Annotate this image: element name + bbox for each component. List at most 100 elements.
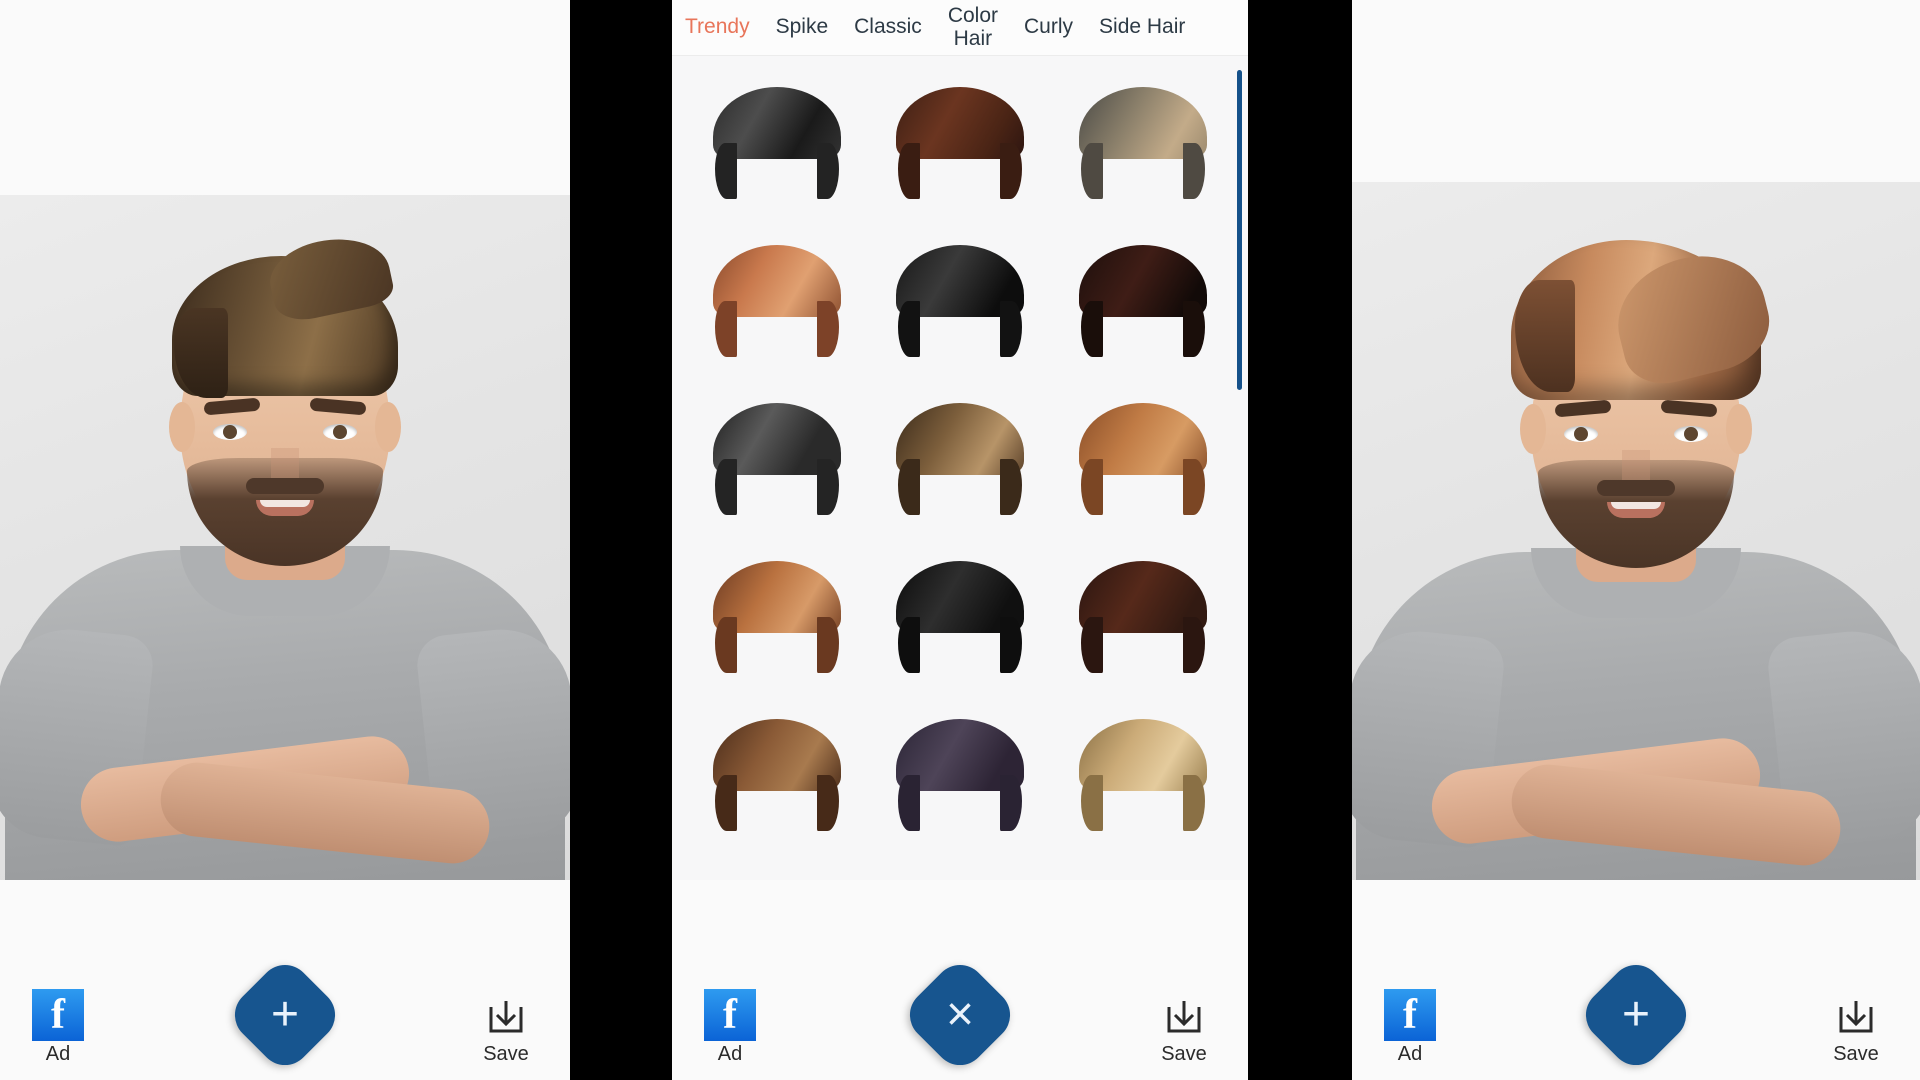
save-button[interactable]: Save (1810, 993, 1902, 1066)
hairstyle-cell[interactable] (686, 696, 869, 854)
mouth-smile (1607, 502, 1665, 518)
hairstyle-cell[interactable] (686, 222, 869, 380)
hair-sideburn-left (1080, 617, 1103, 673)
hairstyle-thumb-black-textured-crop[interactable] (713, 87, 842, 199)
hairstyle-thumb-auburn-layered-quiff[interactable] (713, 561, 842, 673)
save-button[interactable]: Save (460, 993, 552, 1066)
hair-sideburn-left (897, 301, 920, 357)
tab-spike[interactable]: Spike (763, 16, 842, 38)
facebook-ad-button[interactable]: f Ad (20, 989, 96, 1066)
hair-sideburn-right (817, 459, 840, 515)
add-hairstyle-button[interactable]: + (224, 954, 346, 1076)
portrait-subject (0, 195, 570, 880)
hair-sideburn-right (817, 617, 840, 673)
ear-left (169, 402, 195, 452)
hairstyle-thumb-dark-brown-swept[interactable] (895, 87, 1024, 199)
eye-left (213, 424, 247, 440)
tab-color-hair[interactable]: Color Hair (935, 5, 1011, 49)
hairstyle-cell[interactable] (869, 696, 1052, 854)
download-icon (1833, 993, 1879, 1039)
hairstyle-thumb-grey-blonde-fade[interactable] (1078, 87, 1207, 199)
hairstyle-thumb-charcoal-side-part[interactable] (713, 403, 842, 515)
hair-sideburn-left (715, 617, 738, 673)
hairstyle-thumb-ash-brown-messy[interactable] (895, 403, 1024, 515)
hairstyle-cell[interactable] (869, 538, 1052, 696)
panel-result-photo: f Ad + Save (1352, 0, 1920, 1080)
hairstyle-thumb-dark-brown-curly-top[interactable] (1078, 561, 1207, 673)
eyebrow-left (1554, 399, 1612, 418)
hairstyle-grid[interactable] (672, 56, 1248, 854)
hairstyle-thumb-black-glossy-slick[interactable] (895, 245, 1024, 357)
hairstyle-cell[interactable] (686, 380, 869, 538)
crossed-arms (70, 730, 500, 868)
ear-right (375, 402, 401, 452)
hairstyle-cell[interactable] (686, 538, 869, 696)
hairstyle-grid-scrollarea[interactable] (672, 56, 1248, 880)
hairstyle-thumb-jet-black-spiky[interactable] (895, 561, 1024, 673)
original-photo-canvas[interactable] (0, 195, 570, 880)
hairstyle-cell[interactable] (1051, 538, 1234, 696)
hair-sideburn-left (1080, 301, 1103, 357)
mouth-smile (256, 500, 314, 516)
hairstyle-cell[interactable] (1051, 64, 1234, 222)
facebook-ad-button[interactable]: f Ad (1372, 989, 1448, 1066)
facebook-glyph: f (723, 992, 737, 1038)
eyebrow-right (1660, 399, 1718, 418)
bottom-toolbar-left: f Ad + Save (0, 880, 570, 1080)
facebook-ad-label: Ad (1397, 1043, 1423, 1065)
hairstyle-cell[interactable] (869, 64, 1052, 222)
hair-sideburn-right (1182, 775, 1205, 831)
arm-lower (157, 758, 493, 868)
eyebrow-right (309, 397, 367, 416)
hairstyle-cell[interactable] (869, 222, 1052, 380)
hairstyle-thumb-chestnut-brushed-back[interactable] (713, 719, 842, 831)
facebook-ad-label: Ad (45, 1043, 71, 1065)
save-label: Save (1161, 1043, 1207, 1065)
hairstyle-thumb-copper-wavy-quiff[interactable] (713, 245, 842, 357)
close-picker-button[interactable]: × (899, 954, 1021, 1076)
tab-trendy[interactable]: Trendy (672, 16, 763, 38)
hair-sideburn-right (999, 459, 1022, 515)
facebook-ad-label: Ad (717, 1043, 743, 1065)
hair-sideburn-right (1182, 143, 1205, 199)
panel-gap-right (1248, 0, 1352, 1080)
hair-sideburn-left (715, 459, 738, 515)
panel-gap-left (570, 0, 672, 1080)
tab-classic[interactable]: Classic (841, 16, 935, 38)
hair-applied (1511, 240, 1761, 400)
hairstyle-cell[interactable] (869, 380, 1052, 538)
hairstyle-thumb-blue-black-pompadour[interactable] (895, 719, 1024, 831)
hairstyle-thumb-dark-maroon-flat[interactable] (1078, 245, 1207, 357)
head-face (169, 256, 401, 566)
tab-side-hair[interactable]: Side Hair (1086, 16, 1198, 38)
add-hairstyle-button[interactable]: + (1575, 954, 1697, 1076)
category-tabbar[interactable]: Trendy Spike Classic Color Hair Curly Si… (672, 0, 1248, 56)
save-label: Save (1833, 1043, 1879, 1065)
hair-sideburn-right (1182, 617, 1205, 673)
facebook-glyph: f (1403, 992, 1417, 1038)
hair-sideburn-left (1080, 775, 1103, 831)
arm-lower (1508, 760, 1844, 870)
hairstyle-cell[interactable] (1051, 380, 1234, 538)
result-photo-canvas[interactable] (1352, 182, 1920, 882)
hairstyle-thumb-ginger-curly-short[interactable] (1078, 403, 1207, 515)
hairstyle-thumb-blonde-swept-volume[interactable] (1078, 719, 1207, 831)
hairstyle-cell[interactable] (1051, 696, 1234, 854)
screenshot-stage: f Ad + Save Trendy Spike Classic Color H… (0, 0, 1920, 1080)
hair-sideburn-left (897, 143, 920, 199)
tab-curly[interactable]: Curly (1011, 16, 1086, 38)
hair-sideburn-left (715, 143, 738, 199)
facebook-ad-button[interactable]: f Ad (692, 989, 768, 1066)
facebook-glyph: f (51, 992, 65, 1038)
portrait-subject (1352, 182, 1920, 882)
facebook-icon: f (1384, 989, 1436, 1041)
hairstyle-cell[interactable] (1051, 222, 1234, 380)
save-button[interactable]: Save (1138, 993, 1230, 1066)
vertical-scrollbar[interactable] (1237, 70, 1242, 390)
hair-sideburn-right (817, 775, 840, 831)
plus-icon: + (270, 988, 300, 1041)
hairstyle-cell[interactable] (686, 64, 869, 222)
hair-sideburn-left (1080, 459, 1103, 515)
hair-sideburn-left (715, 775, 738, 831)
hair-sideburn-right (1182, 301, 1205, 357)
